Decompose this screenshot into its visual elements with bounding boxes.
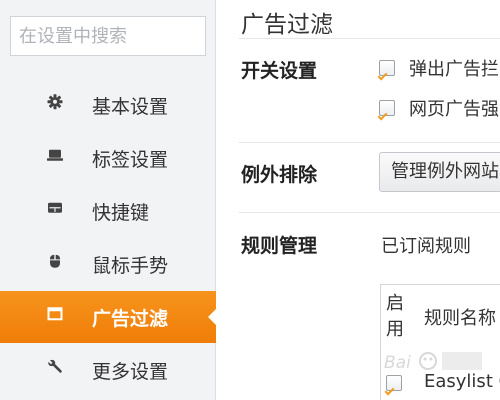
popup-ad-block-checkbox[interactable] — [379, 60, 395, 76]
sidebar-item-label: 广告过滤 — [92, 307, 169, 330]
manage-exceptions-button[interactable]: 管理例外网站 — [379, 152, 500, 192]
sidebar-item-label: 快捷键 — [92, 201, 150, 224]
watermark: Bai — [380, 344, 490, 378]
divider — [239, 142, 500, 143]
sidebar-item-tabs[interactable]: 标签设置 — [0, 132, 216, 184]
section-label-rules: 规则管理 — [241, 235, 318, 257]
mouse-icon — [46, 252, 64, 270]
option-label: 弹出广告拦 — [409, 59, 499, 80]
page-ad-block-option[interactable]: 网页广告强 — [379, 96, 499, 120]
divider — [239, 38, 500, 39]
sidebar-item-label: 更多设置 — [92, 360, 169, 383]
column-header-enable: 启用 — [386, 293, 404, 340]
main-panel: 广告过滤 开关设置 弹出广告拦 网页广告强 例外排除 管理例外网站 规则管理 已… — [217, 0, 500, 400]
divider — [239, 212, 500, 213]
sidebar-item-more[interactable]: 更多设置 — [0, 344, 216, 396]
sidebar: 基本设置 标签设置 快捷键 — [0, 0, 216, 400]
page-title: 广告过滤 — [241, 12, 333, 38]
gear-icon — [46, 93, 64, 111]
section-label-exception: 例外排除 — [241, 164, 318, 186]
sidebar-item-basic[interactable]: 基本设置 — [0, 79, 216, 131]
sidebar-item-label: 基本设置 — [92, 95, 169, 118]
subscribed-rules-label: 已订阅规则 — [381, 236, 471, 257]
window-icon — [46, 305, 64, 323]
option-label: 网页广告强 — [409, 99, 499, 120]
sidebar-item-mouse-gestures[interactable]: 鼠标手势 — [0, 238, 216, 290]
svg-text:Bai: Bai — [384, 353, 411, 373]
column-header-name: 规则名称 — [424, 308, 496, 329]
sidebar-item-label: 标签设置 — [92, 148, 169, 171]
sidebar-item-shortcuts[interactable]: 快捷键 — [0, 185, 216, 237]
laptop-icon — [46, 146, 64, 164]
rules-table: 启用 规则名称 Easylist C — [380, 284, 500, 400]
sidebar-item-label: 鼠标手势 — [92, 254, 169, 277]
settings-window: 基本设置 标签设置 快捷键 — [0, 0, 500, 400]
popup-ad-block-option[interactable]: 弹出广告拦 — [379, 56, 499, 80]
search-input[interactable] — [10, 16, 206, 56]
sidebar-item-ad-filter[interactable]: 广告过滤 — [0, 291, 216, 343]
wrench-icon — [46, 358, 64, 376]
page-ad-block-checkbox[interactable] — [379, 100, 395, 116]
keyboard-icon — [46, 199, 64, 217]
section-label-switch: 开关设置 — [241, 60, 318, 82]
